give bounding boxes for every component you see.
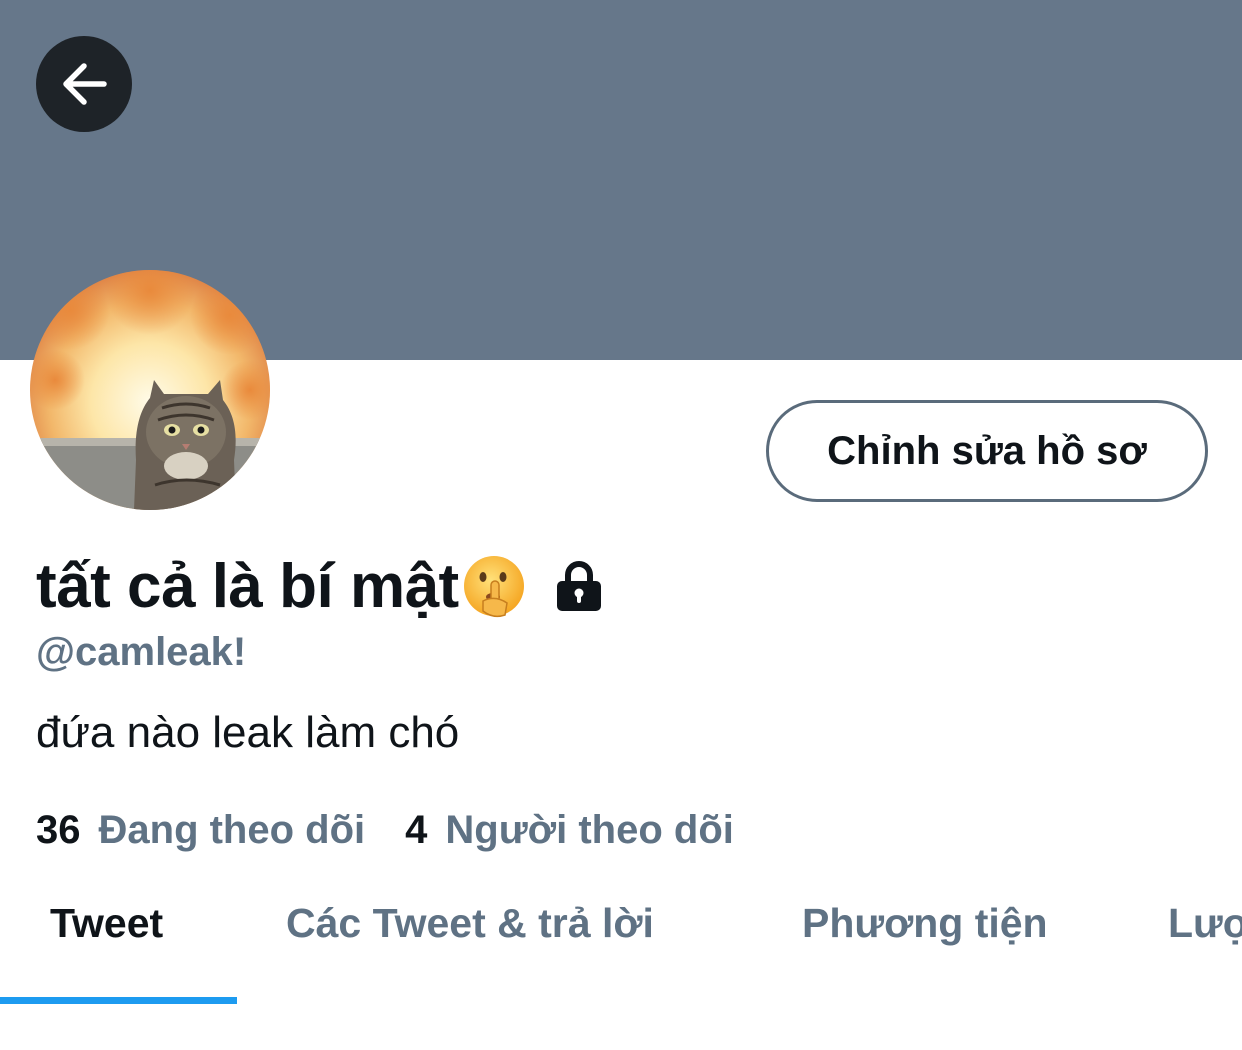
back-button[interactable] — [36, 36, 132, 132]
following-count: 36 — [36, 808, 81, 852]
followers-link[interactable]: 4 Người theo dõi — [405, 808, 734, 853]
following-link[interactable]: 36 Đang theo dõi — [36, 808, 365, 853]
lock-icon — [556, 561, 601, 611]
edit-profile-label: Chỉnh sửa hồ sơ — [827, 428, 1147, 473]
shushing-face-emoji — [463, 556, 524, 618]
edit-profile-button[interactable]: Chỉnh sửa hồ sơ — [766, 400, 1208, 502]
tab-likes[interactable]: Lượt thích — [1168, 900, 1242, 947]
tab-media[interactable]: Phương tiện — [802, 900, 1048, 947]
avatar[interactable] — [30, 270, 270, 510]
display-name: tất cả là bí mật — [36, 551, 459, 621]
following-label: Đang theo dõi — [98, 808, 366, 852]
followers-count: 4 — [405, 808, 428, 852]
profile-bio: đứa nào leak làm chó — [36, 708, 460, 757]
profile-stats: 36 Đang theo dõi 4 Người theo dõi — [36, 808, 734, 853]
profile-tabs: Tweet Các Tweet & trả lời Phương tiện Lư… — [0, 880, 1242, 1010]
followers-label: Người theo dõi — [445, 808, 734, 852]
profile-page: Chỉnh sửa hồ sơ tất cả là bí mật @camlea… — [0, 0, 1242, 1050]
tab-tweets[interactable]: Tweet — [50, 900, 163, 947]
tab-tweets-replies[interactable]: Các Tweet & trả lời — [286, 900, 654, 947]
avatar-image — [30, 270, 270, 510]
username-handle: @camleak! — [36, 630, 247, 674]
profile-name-row: tất cả là bí mật — [36, 548, 603, 624]
active-tab-indicator — [0, 997, 237, 1004]
arrow-left-icon — [63, 63, 107, 105]
